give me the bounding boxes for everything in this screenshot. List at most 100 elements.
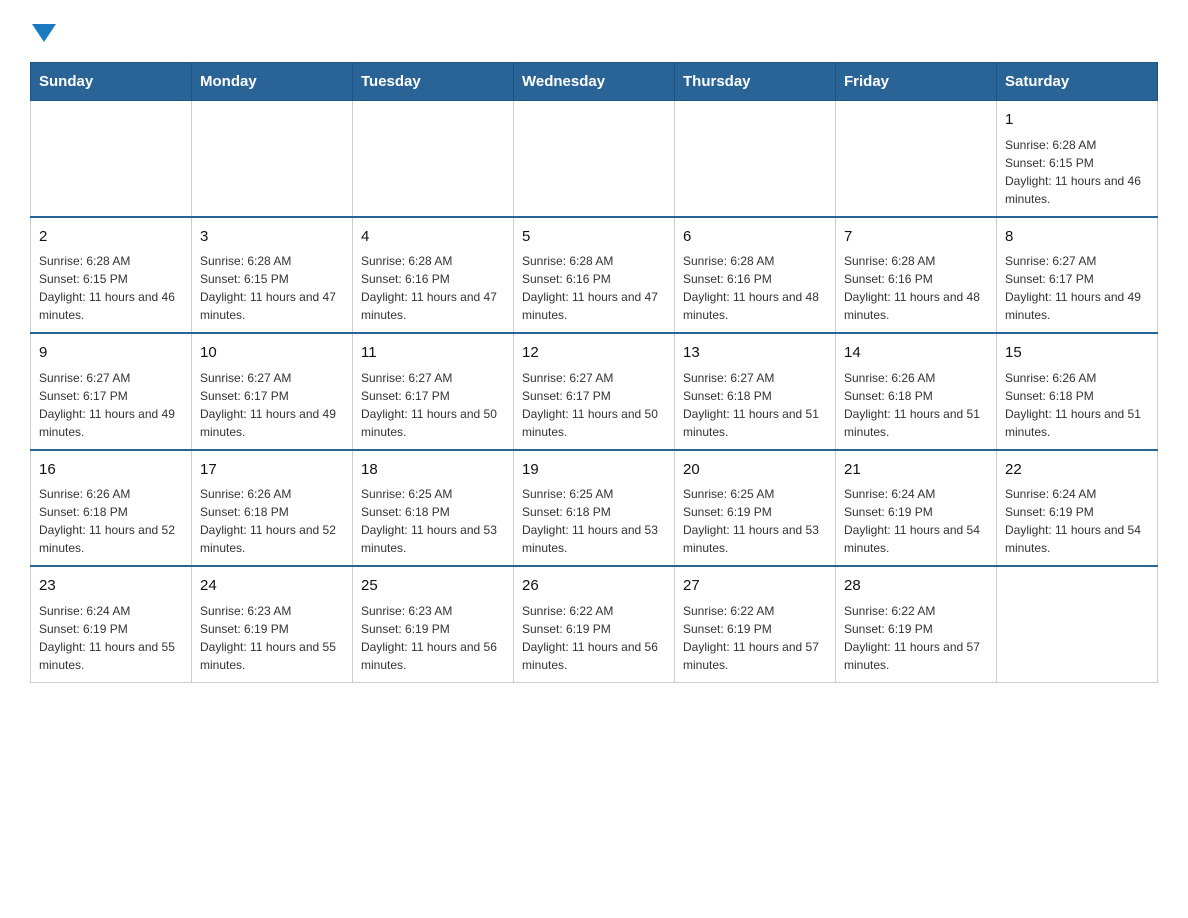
calendar-cell: 1 Sunrise: 6:28 AM Sunset: 6:15 PM Daylig… <box>997 101 1158 217</box>
day-number: 1 <box>1005 109 1149 132</box>
calendar-cell: 21Sunrise: 6:24 AM Sunset: 6:19 PM Dayli… <box>836 450 997 567</box>
day-info: Sunrise: 6:22 AM Sunset: 6:19 PM Dayligh… <box>683 602 827 674</box>
calendar-cell <box>514 101 675 217</box>
day-number: 10 <box>200 342 344 365</box>
day-number: 24 <box>200 575 344 598</box>
day-info: Sunrise: 6:27 AM Sunset: 6:18 PM Dayligh… <box>683 369 827 441</box>
calendar-cell: 27 Sunrise: 6:22 AM Sunset: 6:19 PM Dayli… <box>675 566 836 682</box>
calendar-cell: 18 Sunrise: 6:25 AM Sunset: 6:18 PM Dayli… <box>353 450 514 567</box>
day-number: 3 <box>200 226 344 249</box>
day-number: 15 <box>1005 342 1149 365</box>
calendar-cell <box>997 566 1158 682</box>
calendar-cell: 20 Sunrise: 6:25 AM Sunset: 6:19 PM Dayli… <box>675 450 836 567</box>
day-info: Sunrise: 6:27 AM Sunset: 6:17 PM Dayligh… <box>361 369 505 441</box>
day-number: 11 <box>361 342 505 365</box>
day-number: 27 <box>683 575 827 598</box>
day-number: 14 <box>844 342 988 365</box>
col-header-thursday: Thursday <box>675 63 836 101</box>
calendar-cell: 25 Sunrise: 6:23 AM Sunset: 6:19 PM Dayli… <box>353 566 514 682</box>
day-number: 17 <box>200 459 344 482</box>
day-number: 25 <box>361 575 505 598</box>
calendar-cell: 10 Sunrise: 6:27 AM Sunset: 6:17 PM Dayli… <box>192 333 353 450</box>
calendar-cell <box>31 101 192 217</box>
day-number: 23 <box>39 575 183 598</box>
page-header <box>30 20 1158 42</box>
calendar-cell: 17 Sunrise: 6:26 AM Sunset: 6:18 PM Dayli… <box>192 450 353 567</box>
day-info: Sunrise: 6:28 AM Sunset: 6:16 PM Dayligh… <box>683 252 827 324</box>
col-header-monday: Monday <box>192 63 353 101</box>
day-info: Sunrise: 6:25 AM Sunset: 6:18 PM Dayligh… <box>522 485 666 557</box>
day-number: 28 <box>844 575 988 598</box>
calendar-cell: 14 Sunrise: 6:26 AM Sunset: 6:18 PM Dayli… <box>836 333 997 450</box>
calendar-cell: 2 Sunrise: 6:28 AM Sunset: 6:15 PM Daylig… <box>31 217 192 334</box>
day-info: Sunrise: 6:26 AM Sunset: 6:18 PM Dayligh… <box>200 485 344 557</box>
day-info: Sunrise: 6:22 AM Sunset: 6:19 PM Dayligh… <box>844 602 988 674</box>
day-info: Sunrise: 6:27 AM Sunset: 6:17 PM Dayligh… <box>200 369 344 441</box>
calendar-week-row: 23 Sunrise: 6:24 AM Sunset: 6:19 PM Dayli… <box>31 566 1158 682</box>
calendar-cell: 4 Sunrise: 6:28 AM Sunset: 6:16 PM Daylig… <box>353 217 514 334</box>
day-info: Sunrise: 6:28 AM Sunset: 6:16 PM Dayligh… <box>844 252 988 324</box>
day-number: 9 <box>39 342 183 365</box>
calendar-table: SundayMondayTuesdayWednesdayThursdayFrid… <box>30 62 1158 683</box>
calendar-cell: 16 Sunrise: 6:26 AM Sunset: 6:18 PM Dayli… <box>31 450 192 567</box>
calendar-cell <box>675 101 836 217</box>
calendar-cell: 7 Sunrise: 6:28 AM Sunset: 6:16 PM Daylig… <box>836 217 997 334</box>
calendar-cell: 8 Sunrise: 6:27 AM Sunset: 6:17 PM Daylig… <box>997 217 1158 334</box>
day-info: Sunrise: 6:28 AM Sunset: 6:16 PM Dayligh… <box>522 252 666 324</box>
day-number: 7 <box>844 226 988 249</box>
day-number: 4 <box>361 226 505 249</box>
day-info: Sunrise: 6:26 AM Sunset: 6:18 PM Dayligh… <box>844 369 988 441</box>
day-info: Sunrise: 6:28 AM Sunset: 6:15 PM Dayligh… <box>39 252 183 324</box>
calendar-cell: 23 Sunrise: 6:24 AM Sunset: 6:19 PM Dayli… <box>31 566 192 682</box>
day-info: Sunrise: 6:25 AM Sunset: 6:19 PM Dayligh… <box>683 485 827 557</box>
day-number: 26 <box>522 575 666 598</box>
day-info: Sunrise: 6:28 AM Sunset: 6:16 PM Dayligh… <box>361 252 505 324</box>
day-number: 16 <box>39 459 183 482</box>
day-number: 21 <box>844 459 988 482</box>
logo-triangle-icon <box>32 24 56 42</box>
calendar-cell: 11 Sunrise: 6:27 AM Sunset: 6:17 PM Dayli… <box>353 333 514 450</box>
day-info: Sunrise: 6:28 AM Sunset: 6:15 PM Dayligh… <box>1005 136 1149 208</box>
day-number: 13 <box>683 342 827 365</box>
day-info: Sunrise: 6:24 AM Sunset: 6:19 PM Dayligh… <box>1005 485 1149 557</box>
calendar-cell: 6 Sunrise: 6:28 AM Sunset: 6:16 PM Daylig… <box>675 217 836 334</box>
col-header-sunday: Sunday <box>31 63 192 101</box>
day-info: Sunrise: 6:27 AM Sunset: 6:17 PM Dayligh… <box>1005 252 1149 324</box>
day-info: Sunrise: 6:23 AM Sunset: 6:19 PM Dayligh… <box>361 602 505 674</box>
calendar-cell: 9Sunrise: 6:27 AM Sunset: 6:17 PM Daylig… <box>31 333 192 450</box>
col-header-tuesday: Tuesday <box>353 63 514 101</box>
day-number: 5 <box>522 226 666 249</box>
day-number: 6 <box>683 226 827 249</box>
calendar-week-row: 1 Sunrise: 6:28 AM Sunset: 6:15 PM Daylig… <box>31 101 1158 217</box>
calendar-week-row: 9 Sunrise: 6:27 AM Sunset: 6:17 PM Daylig… <box>31 333 1158 450</box>
col-header-friday: Friday <box>836 63 997 101</box>
day-number: 2 <box>39 226 183 249</box>
calendar-cell: 24 Sunrise: 6:23 AM Sunset: 6:19 PM Dayli… <box>192 566 353 682</box>
day-number: 18 <box>361 459 505 482</box>
day-info: Sunrise: 6:22 AM Sunset: 6:19 PM Dayligh… <box>522 602 666 674</box>
calendar-cell: 13 Sunrise: 6:27 AM Sunset: 6:18 PM Dayli… <box>675 333 836 450</box>
calendar-cell <box>836 101 997 217</box>
logo <box>30 20 56 42</box>
calendar-cell: 15 Sunrise: 6:26 AM Sunset: 6:18 PM Dayli… <box>997 333 1158 450</box>
day-info: Sunrise: 6:26 AM Sunset: 6:18 PM Dayligh… <box>39 485 183 557</box>
col-header-wednesday: Wednesday <box>514 63 675 101</box>
day-number: 19 <box>522 459 666 482</box>
day-info: Sunrise: 6:25 AM Sunset: 6:18 PM Dayligh… <box>361 485 505 557</box>
calendar-cell: 5 Sunrise: 6:28 AM Sunset: 6:16 PM Daylig… <box>514 217 675 334</box>
day-number: 22 <box>1005 459 1149 482</box>
calendar-cell: 28 Sunrise: 6:22 AM Sunset: 6:19 PM Dayli… <box>836 566 997 682</box>
calendar-cell: 3 Sunrise: 6:28 AM Sunset: 6:15 PM Daylig… <box>192 217 353 334</box>
day-info: Sunrise: 6:23 AM Sunset: 6:19 PM Dayligh… <box>200 602 344 674</box>
calendar-cell: 22 Sunrise: 6:24 AM Sunset: 6:19 PM Dayli… <box>997 450 1158 567</box>
calendar-cell: 26 Sunrise: 6:22 AM Sunset: 6:19 PM Dayli… <box>514 566 675 682</box>
col-header-saturday: Saturday <box>997 63 1158 101</box>
day-number: 20 <box>683 459 827 482</box>
day-number: 8 <box>1005 226 1149 249</box>
calendar-cell: 12Sunrise: 6:27 AM Sunset: 6:17 PM Dayli… <box>514 333 675 450</box>
calendar-cell <box>353 101 514 217</box>
day-info: Sunrise: 6:28 AM Sunset: 6:15 PM Dayligh… <box>200 252 344 324</box>
day-info: Sunrise: 6:26 AM Sunset: 6:18 PM Dayligh… <box>1005 369 1149 441</box>
day-info: Sunrise: 6:24 AM Sunset: 6:19 PM Dayligh… <box>39 602 183 674</box>
calendar-week-row: 2 Sunrise: 6:28 AM Sunset: 6:15 PM Daylig… <box>31 217 1158 334</box>
